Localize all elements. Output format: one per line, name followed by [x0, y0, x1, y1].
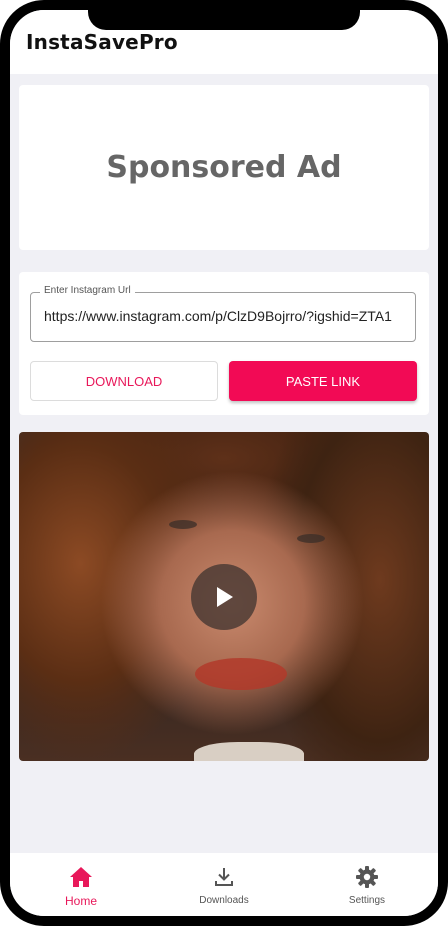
nav-label-settings: Settings [348, 895, 386, 906]
url-input-value[interactable]: https://www.instagram.com/p/ClzD9Bojrro/… [44, 308, 411, 324]
phone-frame: InstaSavePro Sponsored Ad Enter Instagra… [0, 0, 448, 926]
nav-item-settings[interactable]: Settings [296, 853, 438, 916]
bottom-navigation: Home Downloads Settings [10, 853, 438, 916]
video-thumbnail-detail [297, 534, 325, 543]
home-icon [70, 867, 92, 887]
video-thumbnail-detail [169, 520, 197, 529]
download-button[interactable]: DOWNLOAD [30, 361, 218, 401]
nav-item-downloads[interactable]: Downloads [153, 853, 295, 916]
url-form-card: Enter Instagram Url https://www.instagra… [19, 272, 429, 415]
device-notch [88, 10, 360, 30]
url-input-label: Enter Instagram Url [40, 285, 135, 296]
nav-item-home[interactable]: Home [10, 853, 152, 916]
nav-label-home: Home [64, 894, 97, 908]
gear-icon [356, 866, 378, 888]
video-preview[interactable] [19, 432, 429, 761]
download-icon [215, 868, 233, 886]
app-title: InstaSavePro [26, 30, 178, 54]
video-thumbnail-detail [195, 658, 287, 690]
play-button[interactable] [191, 564, 257, 630]
instagram-url-input[interactable]: Enter Instagram Url https://www.instagra… [30, 285, 416, 342]
play-icon [217, 587, 233, 607]
paste-link-button[interactable]: PASTE LINK [229, 361, 417, 401]
sponsored-ad-banner[interactable]: Sponsored Ad [19, 85, 429, 250]
ad-text: Sponsored Ad [106, 150, 342, 185]
video-thumbnail-detail [194, 742, 304, 761]
nav-label-downloads: Downloads [199, 895, 249, 906]
